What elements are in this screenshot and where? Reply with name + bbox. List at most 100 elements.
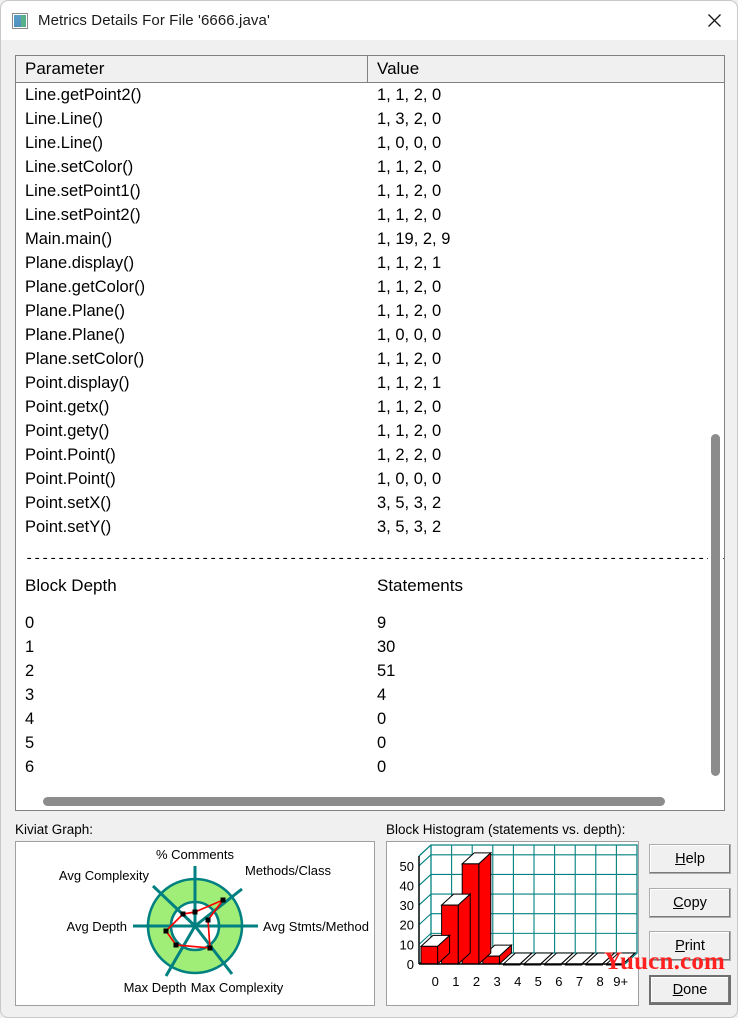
table-row[interactable]: Main.main() 1, 19, 2, 9 xyxy=(16,227,724,251)
cell-value: 3, 5, 3, 2 xyxy=(377,493,442,512)
table-row[interactable]: Line.getPoint2() 1, 1, 2, 0 xyxy=(16,83,724,107)
cell-value: 1, 1, 2, 1 xyxy=(377,373,442,392)
cell-parameter: Point.setY() xyxy=(25,517,112,536)
cell-parameter: Line.setColor() xyxy=(25,157,134,176)
cell-statements: 0 xyxy=(377,757,387,776)
table-row[interactable]: Point.gety() 1, 1, 2, 0 xyxy=(16,419,724,443)
table-row[interactable]: 09 xyxy=(16,611,724,635)
close-button[interactable] xyxy=(691,1,737,39)
table-row[interactable]: 60 xyxy=(16,755,724,779)
histogram-ytick: 50 xyxy=(400,859,414,874)
block-histogram-svg: 010203040500 1 2 3 4 5 6 7 8 9+ xyxy=(400,844,638,989)
done-button-mnemonic: D xyxy=(672,982,684,998)
column-header-parameter-label: Parameter xyxy=(25,59,105,78)
cell-value: 1, 19, 2, 9 xyxy=(377,229,451,248)
column-header-value[interactable]: Value xyxy=(368,56,724,82)
cell-parameter: Point.getx() xyxy=(25,397,110,416)
table-row[interactable]: Point.Point() 1, 0, 0, 0 xyxy=(16,467,724,491)
kiviat-axis-label-1: Methods/Class xyxy=(245,863,331,878)
table-row[interactable]: Line.setColor() 1, 1, 2, 0 xyxy=(16,155,724,179)
cell-block-depth: 0 xyxy=(25,613,35,632)
cell-parameter: Plane.setColor() xyxy=(25,349,145,368)
horizontal-scrollbar[interactable] xyxy=(17,794,708,809)
table-row[interactable]: 2 51 xyxy=(16,659,724,683)
cell-value: 1, 0, 0, 0 xyxy=(377,469,442,488)
copy-button-label: opy xyxy=(683,895,707,911)
help-button-label: elp xyxy=(685,851,705,867)
table-row[interactable]: 50 xyxy=(16,731,724,755)
table-row[interactable]: Point.setX() 3, 5, 3, 2 xyxy=(16,491,724,515)
histogram-ytick: 40 xyxy=(400,878,414,893)
cell-block-depth: 4 xyxy=(25,709,35,728)
cell-statements: 30 xyxy=(377,637,396,656)
table-row[interactable]: Plane.setColor() 1, 1, 2, 0 xyxy=(16,347,724,371)
kiviat-axis-label-3: Max Complexity xyxy=(191,980,284,995)
kiviat-axis-label-2: Avg Stmts/Method xyxy=(263,919,369,934)
table-row[interactable]: Plane.getColor() 1, 1, 2, 0 xyxy=(16,275,724,299)
column-header-parameter[interactable]: Parameter xyxy=(16,56,368,82)
cell-value: 1, 1, 2, 0 xyxy=(377,205,442,224)
cell-statements: 0 xyxy=(377,733,387,752)
print-button-mnemonic: P xyxy=(675,938,685,954)
table-row[interactable]: Block Depth Statements xyxy=(16,574,724,598)
cell-statements: 4 xyxy=(377,685,387,704)
cell-parameter: Point.gety() xyxy=(25,421,110,440)
cell-value: 1, 1, 2, 0 xyxy=(377,349,442,368)
vertical-scrollbar-thumb[interactable] xyxy=(711,434,720,776)
table-row[interactable]: Line.Line() 1, 0, 0, 0 xyxy=(16,131,724,155)
cell-value: 1, 1, 2, 0 xyxy=(377,85,442,104)
table-row[interactable]: Line.setPoint1() 1, 1, 2, 0 xyxy=(16,179,724,203)
metrics-table[interactable]: Parameter Value Line.getPoint2() 1, 1, 2,… xyxy=(15,55,725,811)
print-button[interactable]: Print xyxy=(649,931,731,961)
cell-block-depth: 1 xyxy=(25,637,35,656)
table-row[interactable]: 40 xyxy=(16,707,724,731)
cell-value: 1, 0, 0, 0 xyxy=(377,325,442,344)
table-row[interactable]: ----------------------------------------… xyxy=(16,551,724,574)
block-histogram-panel: 0 10 20 30 40 50 0 1 2 3 4 5 6 7 8 9+ xyxy=(386,841,639,1006)
table-row[interactable]: 34 xyxy=(16,683,724,707)
cell-statements: 0 xyxy=(377,709,387,728)
cell-value: 1, 1, 2, 0 xyxy=(377,421,442,440)
histogram-xtick: 3 xyxy=(493,974,500,989)
table-row[interactable]: Plane.display() 1, 1, 2, 1 xyxy=(16,251,724,275)
kiviat-graph-label: Kiviat Graph: xyxy=(15,822,94,837)
table-row[interactable]: Point.display() 1, 1, 2, 1 xyxy=(16,371,724,395)
table-row[interactable]: Plane.Plane() 1, 1, 2, 0 xyxy=(16,299,724,323)
kiviat-graph-svg: % Comments Methods/Class Avg Stmts/Metho… xyxy=(59,847,369,995)
vertical-scrollbar[interactable] xyxy=(708,84,723,809)
table-row[interactable]: Point.Point() 1, 2, 2, 0 xyxy=(16,443,724,467)
cell-value: 1, 1, 2, 0 xyxy=(377,181,442,200)
help-button[interactable]: Help xyxy=(649,844,731,874)
separator-value: ----------------------------------------… xyxy=(377,551,724,567)
horizontal-scrollbar-thumb[interactable] xyxy=(43,797,665,806)
histogram-ytick: 10 xyxy=(400,937,414,952)
kiviat-axis-label-5: Avg Depth xyxy=(67,919,127,934)
cell-parameter: Plane.Plane() xyxy=(25,325,125,344)
table-row[interactable]: Line.setPoint2() 1, 1, 2, 0 xyxy=(16,203,724,227)
copy-button[interactable]: Copy xyxy=(649,888,731,918)
column-header-value-label: Value xyxy=(377,59,420,78)
cell-parameter: Line.setPoint2() xyxy=(25,205,141,224)
cell-parameter: Point.setX() xyxy=(25,493,112,512)
kiviat-axis-label-6: Avg Complexity xyxy=(59,868,150,883)
cell-parameter: Plane.display() xyxy=(25,253,135,272)
histogram-ytick: 20 xyxy=(400,918,414,933)
table-row[interactable]: Line.Line() 1, 3, 2, 0 xyxy=(16,107,724,131)
histogram-xtick: 9+ xyxy=(613,974,628,989)
cell-parameter: Line.Line() xyxy=(25,109,103,128)
done-button[interactable]: Done xyxy=(649,975,731,1005)
table-body: Line.getPoint2() 1, 1, 2, 0 Line.Line() 1, … xyxy=(16,83,724,810)
cell-value: 1, 1, 2, 0 xyxy=(377,301,442,320)
table-row[interactable]: Point.getx() 1, 1, 2, 0 xyxy=(16,395,724,419)
title-bar: Metrics Details For File '6666.java' xyxy=(1,1,737,40)
table-row[interactable]: Point.setY() 3, 5, 3, 2 xyxy=(16,515,724,539)
table-row[interactable]: Plane.Plane() 1, 0, 0, 0 xyxy=(16,323,724,347)
cell-value: 1, 1, 2, 0 xyxy=(377,157,442,176)
table-row[interactable] xyxy=(16,598,724,611)
table-row[interactable]: 1 30 xyxy=(16,635,724,659)
histogram-xtick: 8 xyxy=(596,974,603,989)
cell-value: 1, 0, 0, 0 xyxy=(377,133,442,152)
metrics-window-icon xyxy=(12,12,28,29)
cell-statements: 51 xyxy=(377,661,396,680)
histogram-xtick: 1 xyxy=(452,974,459,989)
